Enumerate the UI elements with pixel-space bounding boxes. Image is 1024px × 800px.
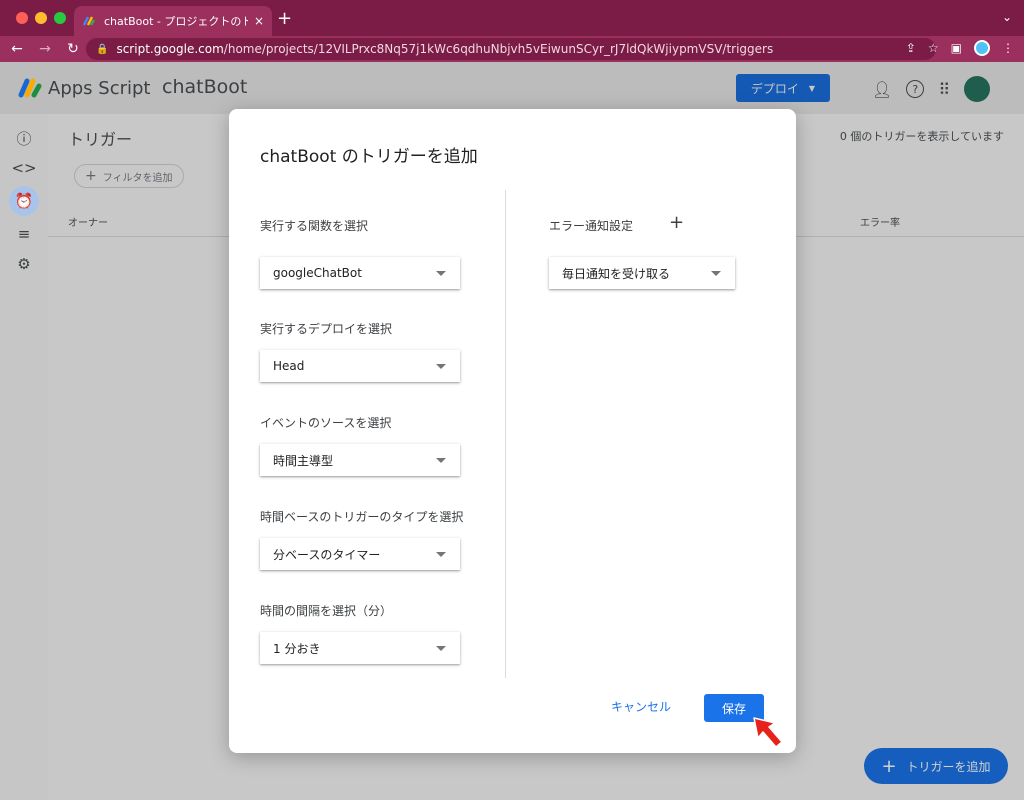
overview-info-icon[interactable]: ⓘ	[12, 126, 36, 150]
timer-type-select[interactable]: 分ベースのタイマー	[260, 538, 460, 570]
add-filter-chip[interactable]: + フィルタを追加	[74, 164, 184, 188]
dropdown-caret-icon	[711, 271, 721, 276]
avatar[interactable]	[964, 76, 991, 102]
back-arrow-icon[interactable]: ←	[6, 41, 28, 57]
profile-extension-icon[interactable]	[974, 40, 990, 56]
event-source-select[interactable]: 時間主導型	[260, 444, 460, 476]
tab-title: chatBoot - プロジェクトのトリガ	[104, 15, 248, 28]
plus-icon: +	[85, 168, 97, 184]
editor-code-icon[interactable]: <>	[11, 156, 36, 180]
deploy-button[interactable]: デプロイ ▼	[736, 74, 830, 102]
function-select-label: 実行する関数を選択	[260, 219, 369, 233]
column-header-owner: オーナー	[68, 218, 108, 229]
window-zoom-button[interactable]	[54, 12, 66, 24]
apps-grid-icon[interactable]: ⠿	[938, 80, 950, 99]
deployment-select[interactable]: Head	[260, 350, 460, 382]
filter-label: フィルタを追加	[102, 172, 173, 184]
apps-script-favicon-icon	[82, 14, 96, 28]
add-person-icon[interactable]: 👤︎	[872, 80, 892, 99]
help-icon[interactable]: ?	[906, 80, 925, 98]
trigger-count-text: 0 個のトリガーを表示しています	[839, 130, 1004, 143]
plus-icon: +	[881, 755, 897, 777]
interval-select-value: 1 分おき	[273, 641, 321, 656]
tab-search-chevron-icon[interactable]: ⌄	[1002, 10, 1012, 24]
dialog-title: chatBoot のトリガーを追加	[260, 147, 478, 167]
app-header: Apps Script chatBoot デプロイ ▼ 👤︎ ? ⠿	[0, 62, 1024, 114]
interval-select-label: 時間の間隔を選択（分）	[260, 604, 393, 618]
project-name[interactable]: chatBoot	[162, 76, 247, 98]
timer-type-select-value: 分ベースのタイマー	[273, 547, 381, 562]
window-close-button[interactable]	[16, 12, 28, 24]
interval-select[interactable]: 1 分おき	[260, 632, 460, 664]
left-nav-rail: ⓘ <> ⏰ ≡ ⚙	[0, 114, 48, 800]
address-bar[interactable]: 🔒 script.google.com/home/projects/12VILP…	[86, 38, 936, 60]
dropdown-caret-icon	[436, 271, 446, 276]
column-header-error-rate: エラー率	[860, 218, 900, 229]
error-notify-select-value: 毎日通知を受け取る	[562, 266, 671, 281]
dropdown-caret-icon	[436, 646, 446, 651]
executions-list-icon[interactable]: ≡	[12, 222, 36, 246]
bookmark-star-icon[interactable]: ☆	[928, 41, 939, 55]
browser-tab[interactable]: chatBoot - プロジェクトのトリガ ×	[74, 6, 272, 36]
caret-down-icon: ▼	[808, 83, 816, 93]
brand-name: Apps Script	[48, 78, 151, 99]
deployment-select-value: Head	[273, 359, 305, 373]
error-notify-label: エラー通知設定	[549, 219, 634, 233]
new-tab-button[interactable]: +	[277, 8, 292, 29]
url-host: script.google.com	[116, 42, 224, 56]
window-minimize-button[interactable]	[35, 12, 47, 24]
function-select[interactable]: googleChatBot	[260, 257, 460, 289]
event-source-select-value: 時間主導型	[273, 453, 334, 468]
side-panel-icon[interactable]: ▣	[951, 41, 962, 55]
add-trigger-dialog: chatBoot のトリガーを追加 実行する関数を選択 googleChatBo…	[229, 109, 796, 753]
dialog-column-divider	[505, 190, 506, 678]
cancel-button[interactable]: キャンセル	[611, 698, 671, 715]
deployment-select-label: 実行するデプロイを選択	[260, 322, 393, 336]
browser-toolbar: ← → ↻ 🔒 script.google.com/home/projects/…	[0, 36, 1024, 62]
dropdown-caret-icon	[436, 552, 446, 557]
fab-label: トリガーを追加	[906, 759, 991, 774]
page-title: トリガー	[68, 130, 133, 149]
url-path: /home/projects/12VILPrxc8Nq57j1kWc6qdhuN…	[223, 42, 774, 56]
browser-menu-icon[interactable]: ⋮	[1002, 41, 1014, 55]
forward-arrow-icon[interactable]: →	[34, 41, 56, 57]
add-notification-plus-icon[interactable]: +	[669, 212, 684, 233]
apps-script-logo-icon	[18, 78, 42, 98]
settings-gear-icon[interactable]: ⚙	[12, 252, 36, 276]
function-select-value: googleChatBot	[273, 266, 362, 280]
lock-icon: 🔒	[96, 43, 109, 55]
deploy-label: デプロイ	[750, 81, 799, 96]
dropdown-caret-icon	[436, 364, 446, 369]
timer-type-select-label: 時間ベースのトリガーのタイプを選択	[260, 510, 464, 524]
add-trigger-fab[interactable]: + トリガーを追加	[864, 748, 1008, 784]
error-notify-select[interactable]: 毎日通知を受け取る	[549, 257, 735, 289]
event-source-select-label: イベントのソースを選択	[260, 416, 392, 430]
annotation-arrow-icon	[753, 717, 783, 748]
browser-tab-bar: chatBoot - プロジェクトのトリガ × + ⌄	[0, 0, 1024, 36]
share-icon[interactable]: ⇪	[906, 41, 916, 55]
tab-close-icon[interactable]: ×	[254, 14, 264, 28]
dropdown-caret-icon	[436, 458, 446, 463]
reload-icon[interactable]: ↻	[62, 41, 84, 57]
triggers-alarm-icon[interactable]: ⏰	[9, 186, 39, 216]
